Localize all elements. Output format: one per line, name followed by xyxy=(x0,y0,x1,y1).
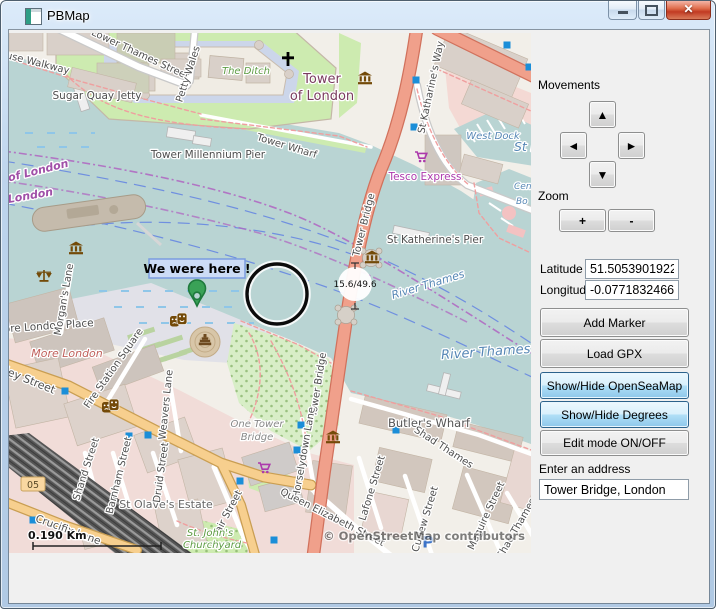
titlebar[interactable]: PBMap ✕ xyxy=(1,1,715,30)
clearance-text: 15.6/49.6 xyxy=(333,280,376,290)
move-left-button[interactable]: ◄ xyxy=(560,132,587,159)
seamark-icon xyxy=(145,432,152,439)
map-label: Tower xyxy=(302,72,341,87)
tooltip-text: We were here ! xyxy=(143,261,250,276)
seamark-icon xyxy=(504,42,511,49)
seamark-icon xyxy=(413,77,420,84)
pbmap-window: PBMap ✕ xyxy=(0,0,716,609)
screen: PBMap ✕ xyxy=(0,0,716,609)
map-label: Churchyard xyxy=(183,540,242,551)
map-attribution: © OpenStreetMap contributors xyxy=(323,529,525,543)
zoom-label: Zoom xyxy=(538,189,569,203)
maximize-icon xyxy=(645,5,658,16)
add-marker-button[interactable]: Add Marker xyxy=(540,308,689,337)
move-up-button[interactable]: ▲ xyxy=(589,101,616,128)
map-label: of London xyxy=(290,89,354,104)
longitude-input[interactable] xyxy=(585,280,679,300)
map-label: Butler's Wharf xyxy=(388,416,471,430)
map-label: More London xyxy=(31,347,103,360)
road-ref-badge: 05 xyxy=(21,477,45,491)
maximize-button[interactable] xyxy=(638,1,665,20)
move-right-button[interactable]: ► xyxy=(618,132,645,159)
map-label: West Dock xyxy=(466,131,521,142)
zoom-out-button[interactable]: - xyxy=(608,209,655,232)
map-label: St Olave's Estate xyxy=(119,498,213,511)
seamark-icon xyxy=(526,64,532,71)
svg-text:05: 05 xyxy=(27,480,39,491)
toggle-openseamap-button[interactable]: Show/Hide OpenSeaMap xyxy=(540,372,689,399)
latitude-label: Latitude xyxy=(540,262,583,276)
zoom-in-button[interactable]: + xyxy=(559,209,606,232)
address-label: Enter an address xyxy=(539,462,630,476)
seamark-icon xyxy=(62,388,69,395)
address-input[interactable] xyxy=(539,479,689,500)
map-label: Sugar Quay Jetty xyxy=(53,90,142,102)
map-label: One Tower xyxy=(231,419,285,430)
map-label: St. John's xyxy=(187,528,233,539)
movements-label: Movements xyxy=(538,78,600,92)
edit-mode-button[interactable]: Edit mode ON/OFF xyxy=(540,430,689,456)
map-label: Bridge xyxy=(241,432,274,443)
map-view[interactable]: P xyxy=(9,33,531,553)
map-label: Tower Millennium Pier xyxy=(150,149,266,161)
move-down-button[interactable]: ▼ xyxy=(589,161,616,188)
map-label: Tesco Express xyxy=(387,171,461,183)
scale-text: 0.190 Km xyxy=(28,529,87,542)
window-title: PBMap xyxy=(47,8,90,23)
map-label: The Ditch xyxy=(222,66,270,77)
minimize-button[interactable] xyxy=(608,1,637,20)
map-label: Cen xyxy=(514,182,531,192)
minimize-icon xyxy=(618,11,628,14)
map-canvas[interactable]: P xyxy=(9,33,531,553)
toggle-degrees-button[interactable]: Show/Hide Degrees xyxy=(540,401,689,428)
marker-tooltip: We were here ! xyxy=(143,259,250,278)
map-label: St Ka xyxy=(514,139,531,154)
app-icon xyxy=(25,8,42,25)
close-button[interactable]: ✕ xyxy=(666,1,711,20)
map-label: St Katherine's Pier xyxy=(387,234,484,246)
seamark-icon xyxy=(271,537,278,544)
seamark-icon xyxy=(237,478,244,485)
load-gpx-button[interactable]: Load GPX xyxy=(540,339,689,368)
map-label: Bo xyxy=(516,197,528,207)
latitude-input[interactable] xyxy=(585,259,679,279)
